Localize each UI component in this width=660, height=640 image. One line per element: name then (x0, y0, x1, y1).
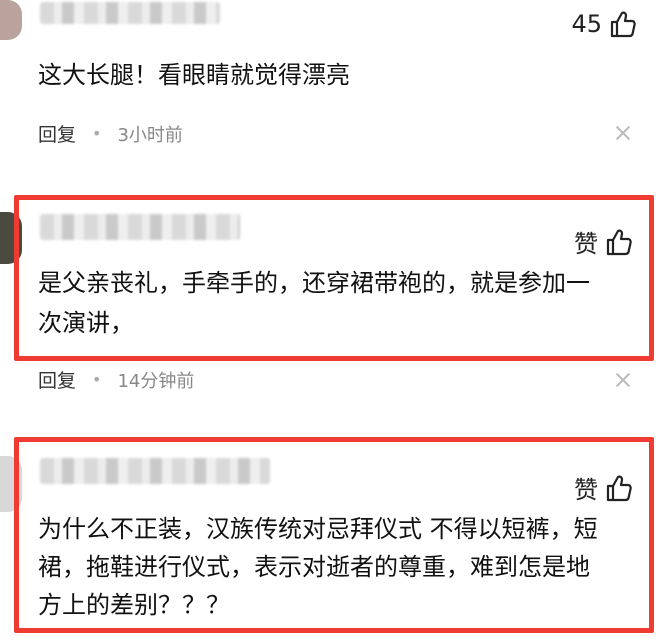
thumbs-up-icon (606, 229, 632, 255)
like-label: 赞 (574, 230, 598, 258)
comment-text-line-2: 裙，拖鞋进行仪式，表示对逝者的尊重，难到怎是地 (38, 553, 590, 581)
blurred-username (40, 214, 240, 240)
close-icon[interactable] (616, 126, 630, 140)
like-button[interactable]: 45 (571, 10, 636, 38)
thumbs-up-icon (606, 475, 632, 501)
like-count: 45 (571, 10, 602, 38)
comment-text-line-2: 次演讲， (38, 309, 134, 337)
comment-meta: 回复 • 14分钟前 (38, 366, 194, 393)
avatar[interactable] (0, 0, 22, 40)
thumbs-up-icon (610, 11, 636, 38)
comment-text-line-1: 为什么不正装，汉族传统对忌拜仪式 不得以短裤，短 (38, 515, 598, 543)
close-icon[interactable] (616, 373, 630, 387)
blurred-username (40, 458, 270, 484)
like-label: 赞 (574, 476, 598, 504)
separator-dot: • (92, 124, 102, 143)
comment-time: 3小时前 (117, 124, 183, 146)
reply-button[interactable]: 回复 (38, 366, 76, 393)
comment-text-line-1: 是父亲丧礼，手牵手的，还穿裙带袍的，就是参加一 (38, 269, 590, 297)
comment-text: 这大长腿！看眼睛就觉得漂亮 (38, 61, 350, 89)
like-button[interactable]: 赞 (574, 470, 632, 505)
reply-button[interactable]: 回复 (38, 120, 76, 147)
comment-meta: 回复 • 3小时前 (38, 120, 183, 147)
comment-time: 14分钟前 (117, 370, 195, 392)
like-button[interactable]: 赞 (574, 224, 632, 259)
separator-dot: • (92, 370, 102, 389)
blurred-username (40, 2, 220, 24)
comment-text-line-3: 方上的差别？？？ (38, 591, 230, 619)
